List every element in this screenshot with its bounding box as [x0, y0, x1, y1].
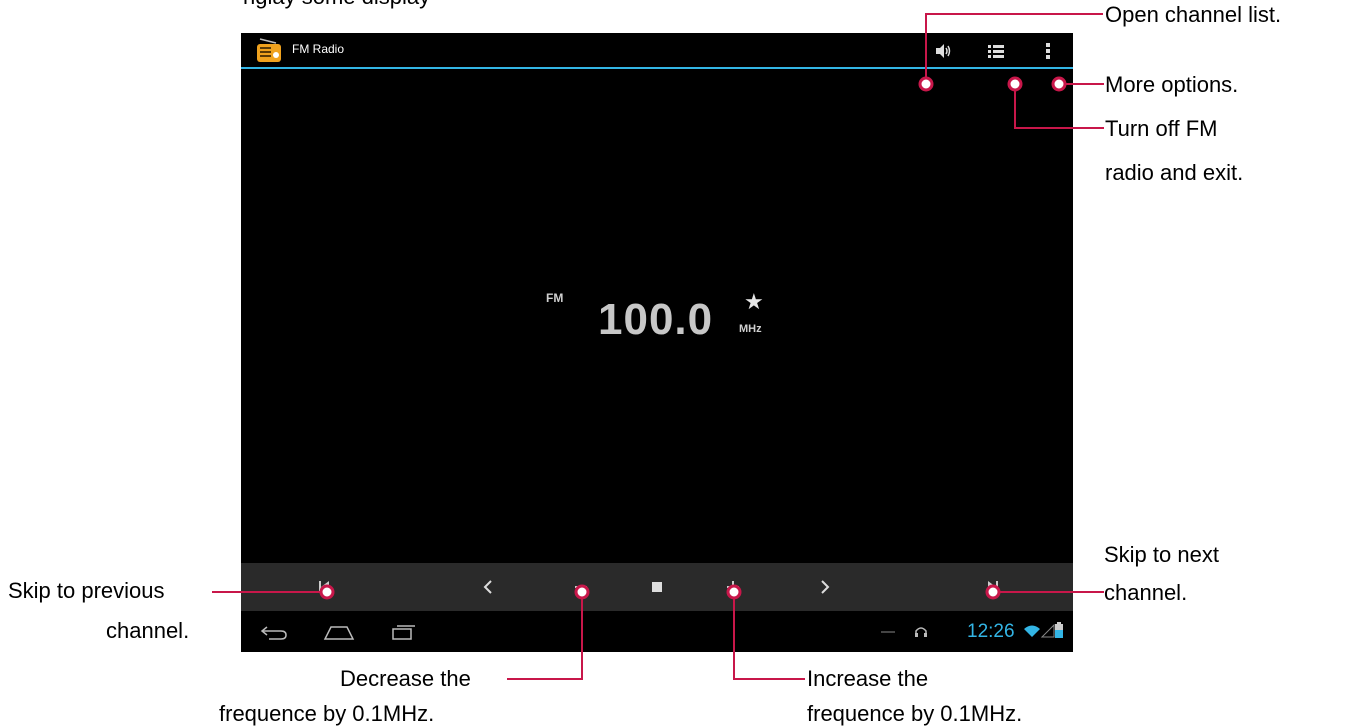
callout-turn-off-line1: Turn off FM: [1105, 116, 1218, 141]
headset-icon: [915, 627, 927, 637]
leader-open-list-v: [925, 13, 927, 84]
leader-decrease-h: [507, 678, 583, 680]
back-icon[interactable]: [259, 623, 289, 641]
frequency-value: 100.0: [598, 295, 714, 344]
status-clock: 12:26: [967, 621, 1015, 642]
leader-open-list-h: [925, 13, 1103, 15]
callout-skip-prev-line1: Skip to previous: [8, 578, 165, 603]
leader-turn-off-h: [1014, 127, 1104, 129]
list-icon[interactable]: [986, 41, 1006, 61]
callout-dot-skip-next: [985, 584, 1001, 600]
callout-more-options: More options.: [1105, 72, 1239, 97]
star-icon[interactable]: ★: [744, 289, 764, 315]
leader-decrease-v: [581, 592, 583, 680]
callout-dot-increase: [726, 584, 742, 600]
callout-skip-prev-line2: channel.: [106, 618, 190, 643]
callout-decrease-line2: frequence by 0.1MHz.: [219, 701, 435, 726]
notification-dash-icon: [881, 631, 895, 633]
callout-increase-line1: Increase the: [807, 666, 929, 691]
callout-dot-skip-prev: [319, 584, 335, 600]
wifi-icon: [1024, 625, 1040, 637]
callout-increase-line2: frequence by 0.1MHz.: [807, 701, 1023, 726]
leader-skip-prev: [212, 591, 326, 593]
radio-app-icon[interactable]: [256, 37, 282, 65]
recent-apps-icon[interactable]: [389, 623, 417, 641]
unit-label: MHz: [739, 323, 762, 335]
home-icon[interactable]: [323, 623, 355, 641]
callout-skip-next-line2: channel.: [1104, 580, 1188, 605]
callout-decrease-line1: Decrease the: [340, 666, 471, 691]
callout-dot-decrease: [574, 584, 590, 600]
callout-dot-turn-off: [1007, 76, 1023, 92]
stop-icon[interactable]: [647, 577, 667, 597]
playback-control-bar: [241, 563, 1073, 611]
leader-increase-v: [733, 592, 735, 680]
callout-dot-more-options: [1051, 76, 1067, 92]
leader-increase-h: [733, 678, 805, 680]
callout-dot-open-list: [918, 76, 934, 92]
battery-icon: [1055, 622, 1063, 638]
action-bar: FM Radio: [241, 33, 1073, 69]
callout-open-channel-list: Open channel list.: [1105, 2, 1282, 27]
next-arrow-icon[interactable]: [814, 577, 834, 597]
tablet-screen: FM Radio FM 100.0 ★ MHz 12:26: [241, 33, 1073, 652]
callout-skip-next-line1: Skip to next: [1104, 542, 1219, 567]
speaker-icon[interactable]: [933, 41, 953, 61]
leader-skip-next: [992, 591, 1104, 593]
callout-turn-off-line2: radio and exit.: [1105, 160, 1244, 185]
previous-arrow-icon[interactable]: [479, 577, 499, 597]
band-label: FM: [546, 291, 564, 305]
app-title: FM Radio: [292, 42, 345, 56]
signal-icon: [1041, 624, 1055, 638]
frequency-display: FM 100.0 ★ MHz: [546, 289, 786, 369]
system-nav-bar: 12:26: [241, 611, 1073, 652]
top-caption-fragment: nglay some display: [243, 0, 430, 10]
overflow-menu-icon[interactable]: [1038, 41, 1058, 61]
